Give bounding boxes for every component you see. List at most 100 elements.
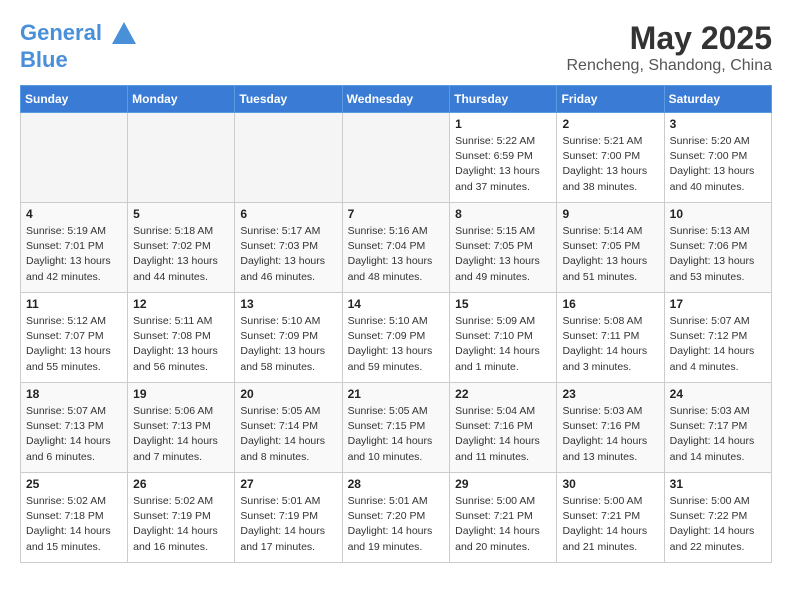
day-info: Sunrise: 5:00 AM Sunset: 7:22 PM Dayligh… [670, 494, 766, 555]
calendar-cell: 16 Sunrise: 5:08 AM Sunset: 7:11 PM Dayli… [557, 293, 664, 383]
weekday-header-tuesday: Tuesday [235, 86, 342, 113]
calendar-cell: 6 Sunrise: 5:17 AM Sunset: 7:03 PM Daylig… [235, 203, 342, 293]
day-number: 19 [133, 387, 229, 401]
day-info: Sunrise: 5:07 AM Sunset: 7:13 PM Dayligh… [26, 404, 122, 465]
calendar-cell [128, 113, 235, 203]
day-number: 23 [562, 387, 658, 401]
day-number: 7 [348, 207, 445, 221]
day-number: 2 [562, 117, 658, 131]
day-number: 5 [133, 207, 229, 221]
logo: General Blue [20, 20, 138, 72]
day-info: Sunrise: 5:22 AM Sunset: 6:59 PM Dayligh… [455, 134, 551, 195]
day-info: Sunrise: 5:06 AM Sunset: 7:13 PM Dayligh… [133, 404, 229, 465]
weekday-header-monday: Monday [128, 86, 235, 113]
calendar-cell: 29 Sunrise: 5:00 AM Sunset: 7:21 PM Dayli… [450, 473, 557, 563]
day-number: 1 [455, 117, 551, 131]
day-number: 8 [455, 207, 551, 221]
day-info: Sunrise: 5:03 AM Sunset: 7:17 PM Dayligh… [670, 404, 766, 465]
day-number: 15 [455, 297, 551, 311]
day-info: Sunrise: 5:12 AM Sunset: 7:07 PM Dayligh… [26, 314, 122, 375]
calendar-week-3: 11 Sunrise: 5:12 AM Sunset: 7:07 PM Dayli… [21, 293, 772, 383]
day-info: Sunrise: 5:11 AM Sunset: 7:08 PM Dayligh… [133, 314, 229, 375]
calendar-cell: 8 Sunrise: 5:15 AM Sunset: 7:05 PM Daylig… [450, 203, 557, 293]
day-info: Sunrise: 5:08 AM Sunset: 7:11 PM Dayligh… [562, 314, 658, 375]
day-info: Sunrise: 5:07 AM Sunset: 7:12 PM Dayligh… [670, 314, 766, 375]
calendar-cell: 22 Sunrise: 5:04 AM Sunset: 7:16 PM Dayli… [450, 383, 557, 473]
day-number: 16 [562, 297, 658, 311]
day-info: Sunrise: 5:02 AM Sunset: 7:19 PM Dayligh… [133, 494, 229, 555]
day-number: 26 [133, 477, 229, 491]
day-info: Sunrise: 5:05 AM Sunset: 7:15 PM Dayligh… [348, 404, 445, 465]
day-number: 9 [562, 207, 658, 221]
calendar-cell: 12 Sunrise: 5:11 AM Sunset: 7:08 PM Dayli… [128, 293, 235, 383]
day-number: 17 [670, 297, 766, 311]
day-number: 20 [240, 387, 336, 401]
day-number: 27 [240, 477, 336, 491]
day-number: 10 [670, 207, 766, 221]
calendar-cell: 1 Sunrise: 5:22 AM Sunset: 6:59 PM Daylig… [450, 113, 557, 203]
weekday-header-saturday: Saturday [664, 86, 771, 113]
day-info: Sunrise: 5:10 AM Sunset: 7:09 PM Dayligh… [240, 314, 336, 375]
day-info: Sunrise: 5:03 AM Sunset: 7:16 PM Dayligh… [562, 404, 658, 465]
calendar-cell: 2 Sunrise: 5:21 AM Sunset: 7:00 PM Daylig… [557, 113, 664, 203]
calendar-cell: 15 Sunrise: 5:09 AM Sunset: 7:10 PM Dayli… [450, 293, 557, 383]
calendar-cell: 27 Sunrise: 5:01 AM Sunset: 7:19 PM Dayli… [235, 473, 342, 563]
calendar-cell: 18 Sunrise: 5:07 AM Sunset: 7:13 PM Dayli… [21, 383, 128, 473]
calendar-cell: 28Sunrise: 5:01 AM Sunset: 7:20 PM Dayli… [342, 473, 450, 563]
day-info: Sunrise: 5:17 AM Sunset: 7:03 PM Dayligh… [240, 224, 336, 285]
day-info: Sunrise: 5:15 AM Sunset: 7:05 PM Dayligh… [455, 224, 551, 285]
day-number: 13 [240, 297, 336, 311]
day-info: Sunrise: 5:01 AM Sunset: 7:20 PM Dayligh… [348, 494, 445, 555]
calendar-cell: 19 Sunrise: 5:06 AM Sunset: 7:13 PM Dayli… [128, 383, 235, 473]
day-number: 25 [26, 477, 122, 491]
calendar-week-1: 1 Sunrise: 5:22 AM Sunset: 6:59 PM Daylig… [21, 113, 772, 203]
logo-icon [110, 20, 138, 48]
day-number: 29 [455, 477, 551, 491]
day-info: Sunrise: 5:05 AM Sunset: 7:14 PM Dayligh… [240, 404, 336, 465]
day-number: 24 [670, 387, 766, 401]
day-number: 22 [455, 387, 551, 401]
day-info: Sunrise: 5:14 AM Sunset: 7:05 PM Dayligh… [562, 224, 658, 285]
calendar-cell [21, 113, 128, 203]
calendar-week-4: 18 Sunrise: 5:07 AM Sunset: 7:13 PM Dayli… [21, 383, 772, 473]
calendar-cell: 25 Sunrise: 5:02 AM Sunset: 7:18 PM Dayli… [21, 473, 128, 563]
calendar-cell: 24 Sunrise: 5:03 AM Sunset: 7:17 PM Dayli… [664, 383, 771, 473]
day-info: Sunrise: 5:18 AM Sunset: 7:02 PM Dayligh… [133, 224, 229, 285]
day-info: Sunrise: 5:09 AM Sunset: 7:10 PM Dayligh… [455, 314, 551, 375]
day-number: 4 [26, 207, 122, 221]
day-info: Sunrise: 5:16 AM Sunset: 7:04 PM Dayligh… [348, 224, 445, 285]
calendar-cell: 23 Sunrise: 5:03 AM Sunset: 7:16 PM Dayli… [557, 383, 664, 473]
day-number: 6 [240, 207, 336, 221]
day-number: 30 [562, 477, 658, 491]
day-number: 31 [670, 477, 766, 491]
day-info: Sunrise: 5:02 AM Sunset: 7:18 PM Dayligh… [26, 494, 122, 555]
month-year: May 2025 [567, 20, 773, 57]
day-info: Sunrise: 5:20 AM Sunset: 7:00 PM Dayligh… [670, 134, 766, 195]
day-number: 12 [133, 297, 229, 311]
calendar-cell [235, 113, 342, 203]
calendar-cell: 11 Sunrise: 5:12 AM Sunset: 7:07 PM Dayli… [21, 293, 128, 383]
logo-blue: Blue [20, 47, 68, 72]
day-info: Sunrise: 5:04 AM Sunset: 7:16 PM Dayligh… [455, 404, 551, 465]
day-info: Sunrise: 5:21 AM Sunset: 7:00 PM Dayligh… [562, 134, 658, 195]
day-info: Sunrise: 5:01 AM Sunset: 7:19 PM Dayligh… [240, 494, 336, 555]
day-number: 18 [26, 387, 122, 401]
calendar-cell: 30Sunrise: 5:00 AM Sunset: 7:21 PM Dayli… [557, 473, 664, 563]
calendar-week-2: 4 Sunrise: 5:19 AM Sunset: 7:01 PM Daylig… [21, 203, 772, 293]
calendar-cell: 26 Sunrise: 5:02 AM Sunset: 7:19 PM Dayli… [128, 473, 235, 563]
title-block: May 2025 Rencheng, Shandong, China [567, 20, 773, 75]
calendar-cell: 21Sunrise: 5:05 AM Sunset: 7:15 PM Dayli… [342, 383, 450, 473]
day-info: Sunrise: 5:10 AM Sunset: 7:09 PM Dayligh… [348, 314, 445, 375]
day-number: 3 [670, 117, 766, 131]
day-info: Sunrise: 5:00 AM Sunset: 7:21 PM Dayligh… [455, 494, 551, 555]
day-number: 14 [348, 297, 445, 311]
calendar-cell: 17 Sunrise: 5:07 AM Sunset: 7:12 PM Dayli… [664, 293, 771, 383]
calendar-cell: 14 Sunrise: 5:10 AM Sunset: 7:09 PM Dayli… [342, 293, 450, 383]
day-number: 11 [26, 297, 122, 311]
calendar-cell: 31 Sunrise: 5:00 AM Sunset: 7:22 PM Dayli… [664, 473, 771, 563]
day-info: Sunrise: 5:19 AM Sunset: 7:01 PM Dayligh… [26, 224, 122, 285]
calendar-cell: 13 Sunrise: 5:10 AM Sunset: 7:09 PM Dayli… [235, 293, 342, 383]
calendar-cell: 5 Sunrise: 5:18 AM Sunset: 7:02 PM Daylig… [128, 203, 235, 293]
calendar-cell: 4 Sunrise: 5:19 AM Sunset: 7:01 PM Daylig… [21, 203, 128, 293]
weekday-header-wednesday: Wednesday [342, 86, 450, 113]
